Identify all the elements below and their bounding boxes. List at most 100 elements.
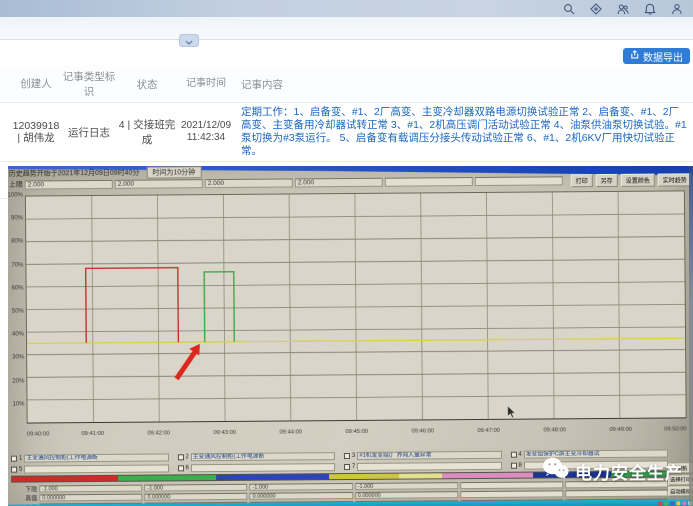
checkbox[interactable] bbox=[344, 453, 350, 459]
save-as-button[interactable]: 另存 bbox=[596, 173, 618, 186]
checkbox[interactable] bbox=[11, 456, 17, 462]
dcs-trend-window: 历史趋势开始于2021年12月09日09时40分时间为10分钟 上限 2.000… bbox=[8, 166, 693, 506]
legend-label: 主变通风控制柜(工作电源断 bbox=[191, 452, 335, 461]
table-header-row: 创建人 记事类型标识 状态 记事时间 记事内容 bbox=[0, 66, 693, 103]
collapse-panel-button[interactable] bbox=[179, 34, 199, 47]
y-tick: 30% bbox=[8, 355, 24, 361]
x-tick: 09:44:00 bbox=[279, 429, 302, 435]
realtime-trend-button[interactable]: 实时趋势 bbox=[658, 173, 692, 186]
y-tick: 40% bbox=[8, 332, 24, 338]
checkbox[interactable] bbox=[344, 464, 350, 470]
window-buttons: 打印 另存 设置颜色 实时趋势 bbox=[571, 173, 692, 187]
legend-item: 2 主变通风控制柜(工作电源断 bbox=[177, 451, 335, 462]
value-field bbox=[565, 489, 668, 497]
upper-limit-input[interactable]: 2.000 bbox=[205, 178, 293, 188]
value-field: 0.000000 bbox=[144, 492, 247, 500]
tray-icon bbox=[664, 501, 668, 505]
mouse-cursor-icon bbox=[508, 406, 517, 421]
cell-time: 2021/12/09 11:42:34 bbox=[178, 120, 234, 144]
legend-item: 7 bbox=[344, 461, 502, 472]
monitor-bezel bbox=[689, 166, 693, 506]
checkbox[interactable] bbox=[178, 465, 184, 471]
upper-limit-input[interactable]: 2.000 bbox=[115, 179, 203, 189]
upper-limit-input[interactable] bbox=[385, 177, 473, 187]
checkbox[interactable] bbox=[510, 452, 516, 458]
col-header-type: 记事类型标识 bbox=[62, 69, 116, 99]
color-segment bbox=[399, 473, 441, 478]
x-tick: 09:48:00 bbox=[543, 427, 566, 433]
cell-type: 运行日志 bbox=[62, 125, 116, 140]
top-navigation-bar bbox=[0, 0, 693, 17]
x-axis: 09:40:00 09:41:00 09:42:00 09:43:00 09:4… bbox=[27, 422, 687, 437]
legend-item: 5 bbox=[11, 463, 169, 474]
lower-limit-input[interactable]: -1.000 bbox=[249, 482, 352, 490]
upper-limit-input[interactable]: 2.000 bbox=[25, 179, 113, 189]
legend-label bbox=[24, 464, 168, 473]
upper-limit-label: 上限 bbox=[8, 180, 23, 190]
color-segment bbox=[12, 476, 118, 482]
trend-plot-svg bbox=[26, 191, 686, 422]
x-tick: 09:43:00 bbox=[213, 430, 236, 436]
upper-limit-input[interactable]: 2.000 bbox=[295, 177, 383, 187]
y-tick: 50% bbox=[8, 309, 24, 315]
checkbox[interactable] bbox=[511, 463, 517, 469]
upper-limit-input[interactable] bbox=[475, 176, 563, 186]
tray-icon bbox=[670, 501, 674, 505]
cell-content: 定期工作：1、启备变、#1、2厂高变、主变冷却器双路电源切换试验正常 2、启备变… bbox=[234, 106, 693, 158]
legend-item: 1 主变通风控制柜(工作电源断 bbox=[11, 452, 169, 463]
y-tick: 80% bbox=[8, 239, 23, 245]
tray-icon bbox=[676, 501, 680, 505]
color-segment bbox=[118, 475, 217, 481]
print-button[interactable]: 打印 bbox=[571, 174, 593, 187]
color-segment bbox=[216, 474, 329, 480]
lower-limit-input[interactable]: -1.000 bbox=[355, 482, 458, 490]
cell-creator: 12039918 | 胡伟龙 bbox=[10, 120, 62, 144]
col-header-creator: 创建人 bbox=[10, 78, 62, 90]
tray-icon bbox=[658, 501, 662, 505]
tray-icon bbox=[682, 501, 686, 505]
y-tick: 100% bbox=[8, 193, 23, 199]
legend-item: 6 bbox=[177, 462, 335, 473]
cell-status: 4 | 交接班完成 bbox=[116, 117, 178, 147]
value-field: 0.000000 bbox=[39, 493, 142, 501]
y-tick: 10% bbox=[8, 402, 25, 408]
x-tick: 09:46:00 bbox=[411, 428, 434, 434]
export-icon bbox=[630, 50, 639, 62]
x-tick: 09:45:00 bbox=[345, 429, 368, 435]
legend-label: 主变通风控制柜(工作电源断 bbox=[24, 453, 168, 462]
value-field: 0.000000 bbox=[355, 491, 458, 499]
watermark-text: 电力安全生产 bbox=[575, 459, 683, 484]
lower-limit-input[interactable]: -1.000 bbox=[39, 484, 142, 492]
x-tick: 09:41:00 bbox=[81, 431, 104, 437]
value-field: 0.000000 bbox=[250, 491, 353, 499]
set-color-button[interactable]: 设置颜色 bbox=[621, 173, 655, 186]
secondary-bar bbox=[0, 17, 693, 40]
x-tick: 09:47:00 bbox=[477, 428, 500, 434]
watermark: 电力安全生产 bbox=[542, 457, 683, 485]
x-tick: 09:40:00 bbox=[27, 431, 50, 437]
legend-label bbox=[191, 463, 335, 472]
y-tick: 70% bbox=[8, 263, 23, 269]
col-header-status: 状态 bbox=[116, 77, 178, 92]
y-tick: 60% bbox=[8, 286, 24, 292]
checkbox[interactable] bbox=[177, 454, 183, 460]
table-row[interactable]: 12039918 | 胡伟龙 运行日志 4 | 交接班完成 2021/12/09… bbox=[0, 103, 693, 162]
legend-label: #1机发变组(厂界闯入量异常 bbox=[357, 451, 501, 460]
x-tick: 09:50:00 bbox=[664, 426, 687, 432]
checkbox[interactable] bbox=[11, 467, 17, 473]
color-segment bbox=[442, 473, 534, 479]
x-tick: 09:49:00 bbox=[609, 427, 632, 433]
col-header-time: 记事时间 bbox=[178, 78, 234, 90]
trend-screen-photo: 历史趋势开始于2021年12月09日09时40分时间为10分钟 上限 2.000… bbox=[8, 166, 693, 506]
page: 数据导出 创建人 记事类型标识 状态 记事时间 记事内容 12039918 | … bbox=[0, 0, 693, 506]
legend-label bbox=[357, 462, 501, 471]
color-segment bbox=[329, 474, 399, 480]
chevron-down-icon bbox=[185, 32, 193, 50]
data-export-button[interactable]: 数据导出 bbox=[623, 48, 690, 64]
legend-item: 3 #1机发变组(厂界闯入量异常 bbox=[344, 450, 502, 461]
lower-limit-input[interactable]: -1.000 bbox=[144, 483, 247, 491]
trend-chart: 100% 90% 80% 70% 60% 50% 40% 30% 20% 10%… bbox=[8, 186, 693, 437]
plot-area bbox=[25, 190, 687, 423]
wechat-logo-icon bbox=[542, 457, 569, 485]
x-tick: 09:42:00 bbox=[147, 430, 170, 436]
